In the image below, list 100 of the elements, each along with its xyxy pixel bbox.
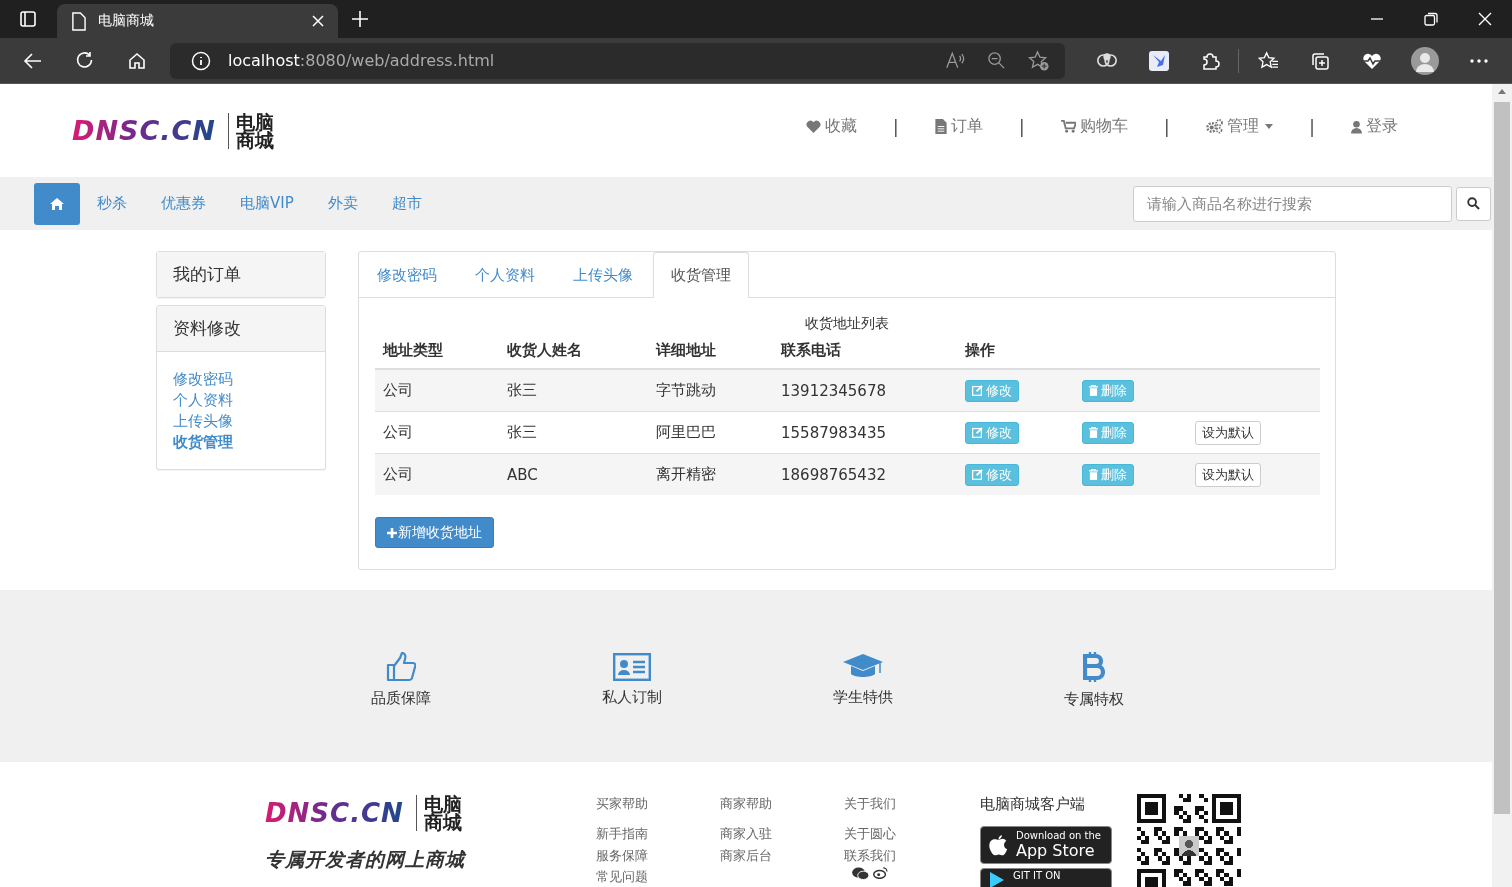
url-text: localhost:8080/web/address.html — [228, 51, 495, 70]
extension-icon[interactable] — [1096, 51, 1118, 70]
tab-actions-icon[interactable] — [18, 9, 38, 29]
nav-link[interactable]: 电脑VIP — [240, 194, 294, 213]
feature-label: 品质保障 — [370, 689, 431, 708]
footer-link[interactable]: 联系我们 — [844, 844, 896, 866]
info-icon[interactable] — [191, 50, 211, 71]
table-cell: 15587983435 — [781, 423, 886, 442]
add-address-button[interactable]: 新增收货地址 — [375, 517, 494, 548]
nav-link[interactable]: 超市 — [391, 194, 422, 213]
home-button[interactable] — [34, 182, 80, 225]
address-bar[interactable]: localhost:8080/web/address.html — [170, 42, 1065, 79]
heart-icon — [805, 120, 821, 133]
collections-icon[interactable] — [1310, 50, 1330, 71]
header-link[interactable]: 收藏 — [805, 116, 857, 137]
table-caption: 收货地址列表 — [805, 315, 889, 333]
column-header: 地址类型 — [383, 341, 443, 359]
sidebar-link[interactable]: 上传头像 — [173, 411, 233, 432]
search-button[interactable] — [1456, 186, 1491, 221]
table-cell: 张三 — [507, 381, 537, 399]
table-cell: 张三 — [507, 423, 537, 441]
tab[interactable]: 修改密码 — [359, 252, 455, 297]
favorites-icon[interactable] — [1258, 51, 1279, 70]
store-badge[interactable]: Download on the App Store — [980, 826, 1112, 864]
extensions-icon[interactable] — [1200, 50, 1220, 71]
new-tab-icon[interactable] — [351, 10, 369, 28]
chat-bubbles-icon[interactable] — [852, 867, 869, 880]
footer-link[interactable]: 新手指南 — [596, 823, 648, 845]
trash-icon — [1089, 385, 1098, 396]
scroll-up-icon[interactable] — [1498, 89, 1506, 94]
search-icon — [1467, 197, 1480, 210]
footer-link[interactable]: 常见问题 — [596, 866, 648, 887]
avatar[interactable] — [1411, 46, 1439, 75]
table-cell: 18698765432 — [781, 465, 886, 484]
footer-link[interactable]: 商家后台 — [720, 844, 772, 866]
header-link[interactable]: 购物车 — [1060, 116, 1128, 137]
column-header: 详细地址 — [656, 341, 716, 359]
table-cell: 公司 — [383, 381, 413, 399]
eye-icon[interactable] — [873, 867, 888, 879]
feature-label: 学生特供 — [832, 688, 893, 707]
trash-icon — [1089, 469, 1098, 480]
cart-icon — [1060, 120, 1076, 133]
nav-link[interactable]: 秒杀 — [97, 194, 127, 213]
zoom-out-icon[interactable] — [987, 51, 1006, 70]
caret-icon — [1264, 124, 1273, 129]
footer-link[interactable]: 商家入驻 — [720, 823, 772, 845]
edit-icon — [972, 385, 983, 396]
sidebar-link[interactable]: 修改密码 — [173, 369, 233, 390]
home-icon[interactable] — [127, 50, 147, 71]
store-badge[interactable]: GIT IT ON — [980, 868, 1112, 887]
read-aloud-icon[interactable] — [945, 51, 965, 70]
footer-link[interactable]: 关于圆心 — [844, 823, 896, 845]
nav-link[interactable]: 优惠券 — [161, 194, 206, 213]
sidebar-link[interactable]: 收货管理 — [173, 432, 233, 453]
sidebar-link[interactable]: 个人资料 — [173, 390, 233, 411]
sidebar-heading[interactable]: 资料修改 — [157, 306, 325, 351]
edit-icon — [972, 469, 983, 480]
tab[interactable]: 收货管理 — [653, 252, 749, 298]
bird-app-icon[interactable] — [1149, 50, 1169, 71]
more-icon[interactable] — [1470, 58, 1488, 63]
scrollbar[interactable] — [1492, 84, 1512, 887]
logo-name: 电脑 商城 — [227, 112, 274, 149]
slogan: 专属开发者的网上商城 — [265, 847, 465, 872]
column-header: 收货人姓名 — [507, 341, 582, 359]
close-tab-icon[interactable] — [312, 15, 324, 27]
divider-text: | — [1018, 116, 1025, 137]
sidebar-heading[interactable]: 我的订单 — [157, 252, 325, 297]
table-cell: 阿里巴巴 — [656, 423, 716, 441]
table-cell: 离开精密 — [656, 465, 716, 483]
header-link[interactable]: 登录 — [1351, 116, 1398, 137]
trash-icon — [1089, 427, 1098, 438]
tab[interactable]: 上传头像 — [555, 252, 651, 297]
close-icon[interactable] — [1478, 12, 1492, 26]
header-link[interactable]: 管理 — [1205, 116, 1273, 137]
feature-label: 私人订制 — [601, 688, 662, 707]
browser-tab[interactable]: 电脑商城 — [57, 4, 338, 38]
divider-text: | — [1163, 116, 1170, 137]
search-field[interactable]: 请输入商品名称进行搜索 — [1133, 185, 1452, 222]
logo-name: 电脑 商城 — [415, 795, 462, 831]
divider-text: | — [1308, 116, 1315, 137]
header-link[interactable]: 订单 — [934, 116, 983, 137]
tab[interactable]: 个人资料 — [457, 252, 553, 297]
user-icon — [1351, 119, 1362, 134]
app-download-title: 电脑商城客户端 — [980, 795, 1085, 814]
restore-icon[interactable] — [1424, 12, 1438, 26]
divider-text: | — [892, 116, 899, 137]
feature-label: 专属特权 — [1063, 690, 1124, 709]
back-icon[interactable] — [23, 50, 43, 71]
nav-link[interactable]: 外卖 — [327, 194, 358, 213]
footer-heading: 关于我们 — [844, 795, 896, 813]
set-default-button[interactable]: 设为默认 — [1195, 420, 1261, 445]
column-header: 联系电话 — [781, 341, 841, 359]
id-card-icon — [612, 653, 651, 681]
add-favorite-icon[interactable] — [1028, 50, 1049, 71]
play-icon — [989, 871, 1005, 887]
page-icon — [71, 11, 86, 31]
set-default-button[interactable]: 设为默认 — [1195, 462, 1261, 487]
reload-icon[interactable] — [75, 50, 95, 71]
footer-link[interactable]: 服务保障 — [596, 844, 648, 866]
bitcoin-icon — [1082, 651, 1105, 683]
